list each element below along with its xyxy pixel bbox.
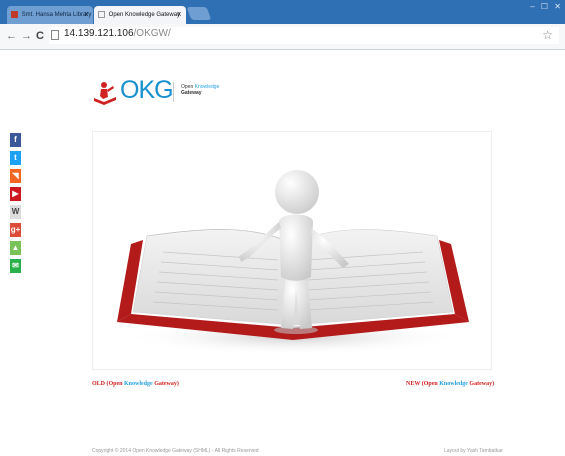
tab-close-icon[interactable]: x: [178, 6, 182, 24]
copyright-text: Copyright © 2014 Open Knowledge Gateway …: [92, 448, 259, 454]
twitter-icon[interactable]: t: [10, 151, 21, 165]
tab-okg[interactable]: Open Knowledge Gateway x: [94, 6, 186, 24]
book-figure-illustration: [117, 170, 469, 355]
link-prefix: OLD (Open: [92, 381, 123, 387]
old-gateway-link[interactable]: OLD (Open Knowledge Gateway): [92, 381, 179, 387]
url-text[interactable]: 14.139.121.106/OKGW/: [64, 28, 171, 39]
google-plus-icon[interactable]: g+: [10, 223, 21, 237]
facebook-icon[interactable]: f: [10, 133, 21, 147]
browser-tabstrip: Smt. Hansa Mehta Library x Open Knowledg…: [0, 0, 565, 24]
youtube-icon[interactable]: ▶: [10, 187, 21, 201]
link-prefix: NEW (Open: [406, 381, 438, 387]
android-icon[interactable]: ▲: [10, 241, 21, 255]
page-icon: [98, 10, 105, 18]
tab-library[interactable]: Smt. Hansa Mehta Library x: [7, 6, 93, 24]
tagline-gateway: Gateway: [181, 90, 202, 96]
url-host: 14.139.121.106: [64, 28, 134, 39]
credit-text: Layout by Yash Tambatkar: [444, 448, 503, 454]
rss-icon[interactable]: ◥: [10, 169, 21, 183]
wikipedia-icon[interactable]: W: [10, 205, 21, 219]
back-arrow-icon[interactable]: ←: [6, 30, 17, 42]
browser-toolbar: ← → C 14.139.121.106/OKGW/ ☆: [0, 24, 565, 50]
logo-text: OKG: [120, 76, 174, 104]
forward-arrow-icon[interactable]: →: [21, 30, 32, 42]
link-knowledge: Knowledge: [124, 381, 153, 387]
address-bar[interactable]: 14.139.121.106/OKGW/ ☆: [49, 27, 559, 44]
tab-close-icon[interactable]: x: [85, 6, 89, 24]
hero-image: [92, 131, 492, 370]
window-controls[interactable]: – ☐ ✕: [530, 2, 563, 11]
link-knowledge: Knowledge: [439, 381, 468, 387]
logo-divider: [173, 82, 174, 102]
link-suffix: Gateway): [154, 381, 179, 387]
page-info-icon[interactable]: [51, 30, 59, 40]
mail-icon[interactable]: ✉: [10, 259, 21, 273]
favicon-icon: [11, 10, 18, 18]
tab-label: Smt. Hansa Mehta Library: [21, 12, 92, 18]
tab-label: Open Knowledge Gateway: [108, 12, 181, 18]
bookmark-star-icon[interactable]: ☆: [542, 28, 553, 42]
tagline: Open Knowledge Gateway: [181, 84, 219, 96]
reader-logo-icon: [94, 82, 116, 105]
social-sidebar: f t ◥ ▶ Wg+ ▲ ✉: [10, 133, 21, 277]
reload-icon[interactable]: C: [36, 30, 44, 42]
url-path: /OKGW/: [133, 28, 171, 39]
new-tab-button[interactable]: [186, 7, 212, 20]
link-suffix: Gateway): [469, 381, 495, 387]
new-gateway-link[interactable]: NEW (Open Knowledge Gateway): [406, 381, 494, 387]
